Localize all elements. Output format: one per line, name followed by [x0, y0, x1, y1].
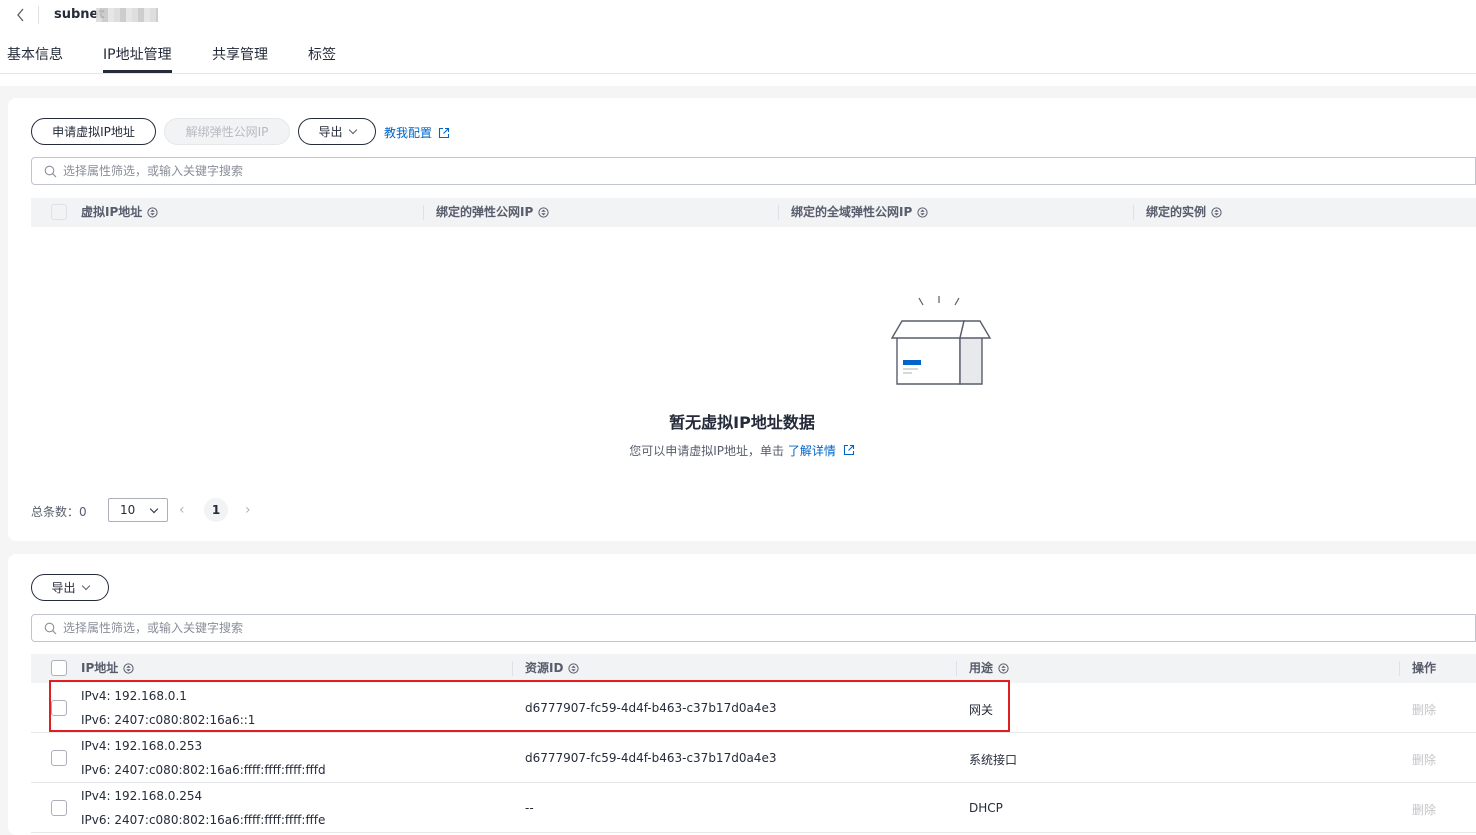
column-bound-instance[interactable]: 绑定的实例: [1146, 198, 1222, 227]
table-row: IPv4: 192.168.0.253 IPv6: 2407:c080:802:…: [31, 733, 1476, 783]
ipv6-address: IPv6: 2407:c080:802:16a6:ffff:ffff:ffff:…: [81, 763, 326, 777]
pager-total-label: 总条数：: [31, 505, 80, 519]
ip-export-label: 导出: [51, 581, 76, 595]
empty-state-title: 暂无虚拟IP地址数据: [669, 413, 815, 432]
column-virtual-ip-label: 虚拟IP地址: [81, 205, 143, 219]
column-resource-id[interactable]: 资源ID: [525, 654, 580, 683]
chevron-down-icon: [81, 581, 90, 590]
column-action-label: 操作: [1412, 661, 1437, 675]
chevron-down-icon: [149, 504, 159, 514]
delete-button: 删除: [1412, 803, 1437, 817]
vip-table-header: 虚拟IP地址 绑定的弹性公网IP 绑定的全域弹性公网IP 绑定的实例: [31, 198, 1476, 227]
tab-bar: 基本信息 IP地址管理 共享管理 标签: [0, 40, 1476, 74]
ip-table-header: IP地址 资源ID 用途 操作: [31, 654, 1476, 683]
title-divider: [38, 6, 39, 24]
column-divider: [956, 661, 957, 676]
column-bound-instance-label: 绑定的实例: [1146, 205, 1207, 219]
ipv6-address: IPv6: 2407:c080:802:16a6:ffff:ffff:ffff:…: [81, 813, 326, 827]
column-virtual-ip[interactable]: 虚拟IP地址: [81, 198, 158, 227]
pager-total-count: 0: [79, 505, 87, 519]
column-usage[interactable]: 用途: [969, 654, 1009, 683]
column-ip-address[interactable]: IP地址: [81, 654, 134, 683]
column-ip-address-label: IP地址: [81, 661, 119, 675]
search-icon: [44, 622, 57, 634]
guide-link[interactable]: 教我配置: [384, 124, 450, 141]
empty-box-icon: [890, 296, 992, 385]
sort-icon: [538, 207, 549, 218]
column-divider: [1399, 661, 1400, 676]
usage: 系统接口: [969, 753, 1018, 767]
row-checkbox[interactable]: [51, 800, 67, 816]
sort-icon: [568, 663, 580, 674]
chevron-down-icon: [348, 125, 357, 134]
current-page[interactable]: 1: [204, 498, 228, 522]
page-size-select[interactable]: 10: [108, 498, 168, 522]
pager-total: 总条数：0: [31, 503, 87, 520]
column-divider: [512, 661, 513, 676]
delete-button: 删除: [1412, 703, 1437, 717]
page-header: subnet 基本信息 IP地址管理 共享管理 标签: [0, 0, 1476, 86]
column-resource-id-label: 资源ID: [525, 661, 564, 675]
sort-icon: [123, 663, 134, 674]
table-row: IPv4: 192.168.0.254 IPv6: 2407:c080:802:…: [31, 783, 1476, 833]
empty-state-description: 您可以申请虚拟IP地址，单击 了解详情: [8, 442, 1476, 459]
sort-icon: [147, 207, 158, 218]
column-bound-eip[interactable]: 绑定的弹性公网IP: [436, 198, 549, 227]
ip-search-input[interactable]: [63, 621, 663, 635]
sort-icon: [998, 663, 1009, 674]
column-divider: [1133, 205, 1134, 220]
column-bound-global-eip[interactable]: 绑定的全域弹性公网IP: [791, 198, 928, 227]
delete-button: 删除: [1412, 753, 1437, 767]
export-button[interactable]: 导出: [298, 118, 376, 145]
empty-state-text: 您可以申请虚拟IP地址，单击: [629, 444, 785, 458]
sort-icon: [1211, 207, 1222, 218]
highlight-box: [49, 680, 1010, 732]
resource-id: d6777907-fc59-4d4f-b463-c37b17d0a4e3: [525, 751, 777, 765]
ip-address-panel: 导出 IP地址 资源ID 用途 操作 IPv4: 192.168.0.1 IPv…: [8, 554, 1476, 835]
vip-search-input[interactable]: [63, 164, 663, 178]
next-page-icon[interactable]: ›: [245, 502, 251, 518]
page-size-value: 10: [120, 503, 136, 517]
ipv4-address: IPv4: 192.168.0.253: [81, 739, 203, 753]
column-divider: [778, 205, 779, 220]
tab-ip-management[interactable]: IP地址管理: [103, 44, 172, 64]
external-link-icon: [438, 127, 450, 138]
sort-icon: [917, 207, 928, 218]
usage: DHCP: [969, 801, 1003, 815]
select-all-checkbox[interactable]: [51, 660, 67, 676]
column-bound-eip-label: 绑定的弹性公网IP: [436, 205, 534, 219]
apply-virtual-ip-button[interactable]: 申请虚拟IP地址: [31, 118, 156, 145]
guide-label: 教我配置: [384, 126, 433, 140]
tab-tags[interactable]: 标签: [308, 44, 336, 64]
column-divider: [423, 205, 424, 220]
column-bound-global-eip-label: 绑定的全域弹性公网IP: [791, 205, 913, 219]
row-checkbox[interactable]: [51, 750, 67, 766]
prev-page-icon[interactable]: ‹: [179, 502, 185, 518]
virtual-ip-panel: 申请虚拟IP地址 解绑弹性公网IP 导出 教我配置 虚拟IP地址 绑定的弹性公网…: [8, 98, 1476, 541]
learn-more-link[interactable]: 了解详情: [788, 444, 836, 458]
tab-sharing[interactable]: 共享管理: [212, 44, 268, 64]
ip-search-bar[interactable]: [31, 614, 1476, 642]
select-all-checkbox: [51, 204, 67, 220]
resource-id: --: [525, 801, 534, 815]
back-arrow-icon[interactable]: [14, 6, 28, 24]
vip-search-bar[interactable]: [31, 157, 1476, 185]
search-icon: [44, 165, 57, 177]
active-tab-indicator: [103, 70, 172, 73]
redacted-subnet-name: [96, 8, 158, 22]
column-usage-label: 用途: [969, 661, 994, 675]
ipv4-address: IPv4: 192.168.0.254: [81, 789, 203, 803]
export-label: 导出: [318, 125, 343, 139]
external-link-icon: [843, 444, 854, 456]
unbind-eip-button: 解绑弹性公网IP: [164, 118, 290, 145]
ip-export-button[interactable]: 导出: [31, 574, 109, 601]
column-action: 操作: [1412, 654, 1436, 683]
tab-basic-info[interactable]: 基本信息: [7, 44, 63, 64]
